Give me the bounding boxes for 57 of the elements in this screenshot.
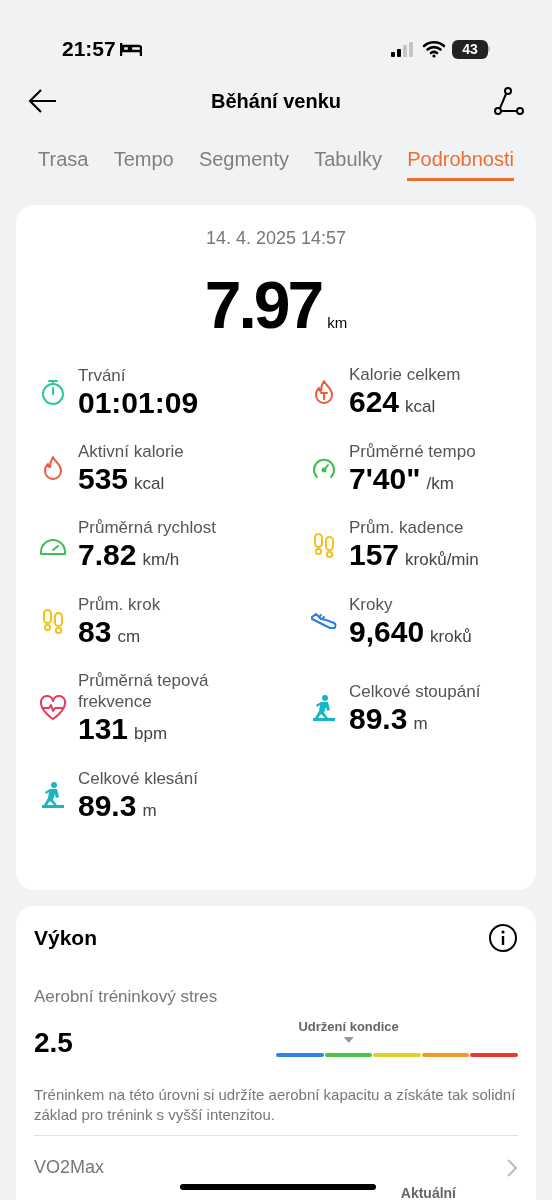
signal-icon	[390, 41, 416, 57]
bed-icon	[119, 41, 142, 57]
stress-label: Aerobní tréninkový stres	[34, 986, 218, 1006]
metric-value: 624	[349, 385, 400, 418]
metric-label: Celkové klesání	[78, 767, 198, 789]
battery-indicator: 43	[452, 39, 488, 59]
metric-label: Celkové stoupání	[349, 680, 481, 702]
back-arrow-icon[interactable]	[28, 87, 58, 115]
metric-value: 89.3	[78, 788, 137, 822]
tab[interactable]: Segmenty	[198, 144, 289, 181]
zone-label: Udržení kondice	[298, 1018, 399, 1036]
tab[interactable]: Trasa	[38, 144, 89, 181]
metric-label: Trvání	[78, 364, 127, 386]
metric-label: Kalorie celkem	[349, 364, 461, 385]
tab[interactable]: Tempo	[113, 144, 174, 181]
route-icon[interactable]	[494, 87, 524, 115]
metric-value: 9,640	[349, 614, 425, 648]
wifi-icon	[422, 40, 446, 58]
vo2max-label: VO2Max	[34, 1156, 105, 1179]
metric-unit: kcal	[134, 472, 165, 495]
status-time: 21:57	[62, 36, 116, 63]
metric-unit: m	[142, 799, 157, 822]
page-title: Běhání venku	[210, 89, 341, 114]
info-icon[interactable]	[488, 922, 518, 953]
metric-label: Kroky	[349, 593, 394, 615]
tab[interactable]: Podrobnosti	[407, 144, 514, 181]
section-title: Výkon	[34, 925, 98, 951]
stress-description: Tréninkem na této úrovni si udržíte aerobní kapacitu a získáte tak solidní základ pro trénink s vyšší intenzitou.	[34, 1085, 517, 1125]
metric-value: 7'40"	[349, 461, 421, 495]
metric-label: Aktivní kalorie	[78, 440, 184, 462]
distance-value: 7.97	[204, 267, 322, 344]
marker-icon	[343, 1036, 354, 1043]
metric-label: Průměrné tempo	[349, 440, 476, 462]
metric-label: Průměrná tepová frekvence	[78, 670, 210, 712]
tab[interactable]: Tabulky	[314, 144, 382, 181]
metric-unit: cm	[117, 625, 141, 648]
metric-unit: kroků	[430, 625, 472, 648]
metric-unit: bpm	[134, 723, 168, 745]
metric-value: 01:01:09	[78, 385, 199, 419]
stress-value: 2.5	[34, 1026, 73, 1060]
distance-unit: km	[327, 313, 348, 333]
metric-unit: m	[413, 712, 428, 735]
metric-value: 89.3	[349, 701, 408, 735]
metric-unit: kroků/min	[405, 549, 479, 571]
workout-date: 14. 4. 2025 14:57	[205, 227, 347, 250]
metric-value: 535	[78, 461, 129, 495]
metric-value: 7.82	[78, 538, 137, 571]
current-label: Aktuální	[400, 1184, 456, 1200]
metric-value: 131	[78, 712, 129, 745]
metric-unit: km/h	[142, 549, 180, 571]
metric-value: 157	[349, 538, 400, 571]
metric-label: Prům. kadence	[349, 517, 465, 538]
metric-unit: /km	[426, 472, 454, 495]
metric-unit: kcal	[405, 396, 436, 418]
metric-label: Průměrná rychlost	[78, 517, 216, 538]
metric-value: 83	[78, 614, 112, 648]
metric-label: Prům. krok	[78, 593, 161, 615]
